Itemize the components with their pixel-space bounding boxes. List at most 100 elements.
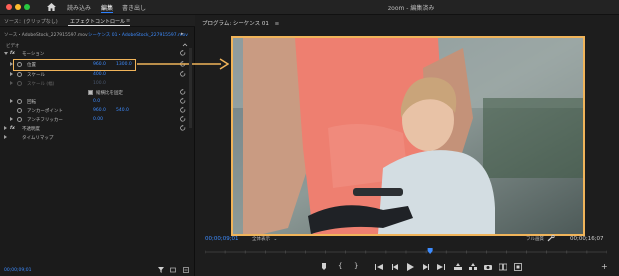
home-icon[interactable] <box>47 3 56 11</box>
program-video-frame[interactable] <box>231 36 585 236</box>
panel-scrollbar[interactable] <box>189 48 192 128</box>
transport-controls: { } <box>320 262 530 272</box>
panel-menu-icon[interactable]: ≡ <box>126 18 130 24</box>
export-frame-icon[interactable] <box>170 267 176 273</box>
reset-icon[interactable] <box>180 98 186 104</box>
title-bar: 読み込み 編集 書き出し zoom - 編集済み <box>0 0 619 15</box>
mark-out-icon[interactable]: } <box>354 262 362 270</box>
opacity-effect-row[interactable]: fx 不透明度 <box>0 124 195 133</box>
uniform-scale-checkbox[interactable] <box>88 90 93 95</box>
stopwatch-icon[interactable] <box>17 99 22 104</box>
funnel-icon[interactable] <box>158 267 164 273</box>
go-to-out-icon[interactable] <box>437 263 445 271</box>
mark-in-icon[interactable]: { <box>338 262 346 270</box>
tab-effect-controls[interactable]: エフェクトコントロール <box>70 18 125 25</box>
timeline-scrubber[interactable] <box>205 248 607 256</box>
compare-view-icon[interactable] <box>499 263 507 271</box>
rotation-row[interactable]: 回転 0.0 <box>0 97 195 106</box>
extract-icon[interactable] <box>469 263 477 271</box>
expand-arrow-icon[interactable] <box>4 135 7 139</box>
active-tab-indicator <box>101 12 113 13</box>
wrench-icon[interactable] <box>547 235 555 242</box>
reset-icon[interactable] <box>180 50 186 56</box>
stopwatch-icon[interactable] <box>17 72 22 77</box>
go-to-in-icon[interactable] <box>375 263 383 271</box>
antiflicker-label: アンチフリッカー <box>27 117 63 123</box>
add-marker-icon[interactable] <box>320 263 328 271</box>
reset-icon[interactable] <box>180 116 186 122</box>
scale-width-row: スケール (幅) 100.0 <box>0 79 195 88</box>
vr-view-icon[interactable] <box>514 263 522 271</box>
video-section-label: ビデオ <box>6 43 20 49</box>
zoom-level-value: 全体表示 <box>252 237 270 242</box>
opacity-label: 不透明度 <box>22 126 40 132</box>
minimize-window-button[interactable] <box>15 4 21 10</box>
scale-label: スケール <box>27 72 45 78</box>
callout-arrow-icon <box>137 58 229 70</box>
reset-icon[interactable] <box>180 89 186 95</box>
clip-dropdown-icon[interactable]: ▸ <box>181 31 184 37</box>
rotation-value[interactable]: 0.0 <box>93 99 100 104</box>
maximize-window-button[interactable] <box>24 4 30 10</box>
fx-badge-icon[interactable]: fx <box>10 51 15 56</box>
time-remap-row[interactable]: タイムリマップ <box>0 133 195 142</box>
playhead-marker[interactable] <box>427 248 433 254</box>
lift-icon[interactable] <box>454 263 462 271</box>
uniform-scale-row: 縦横比を固定 <box>0 88 195 97</box>
tab-import[interactable]: 読み込み <box>67 3 91 12</box>
current-timecode[interactable]: 00;00;09;01 <box>205 236 239 242</box>
expand-arrow-icon[interactable] <box>10 99 13 103</box>
playback-resolution-value: フル画質 <box>526 237 544 242</box>
step-back-icon[interactable] <box>391 263 399 271</box>
scale-row[interactable]: スケール 400.0 <box>0 70 195 79</box>
stopwatch-icon[interactable] <box>17 117 22 122</box>
expand-chevron-icon[interactable] <box>4 51 8 55</box>
window-title: zoom - 編集済み <box>388 5 435 12</box>
antiflicker-row[interactable]: アンチフリッカー 0.00 <box>0 115 195 124</box>
collapse-icon[interactable] <box>182 42 188 48</box>
time-remap-label: タイムリマップ <box>22 135 54 141</box>
tab-source[interactable]: ソース：(クリップなし) <box>4 18 58 25</box>
scrubber-ticks <box>205 250 607 254</box>
fx-badge-icon[interactable]: fx <box>10 126 15 131</box>
play-icon[interactable] <box>406 263 414 271</box>
motion-label: モーション <box>22 51 45 57</box>
tab-edit[interactable]: 編集 <box>101 3 113 12</box>
scale-width-value: 100.0 <box>93 80 106 86</box>
reset-icon[interactable] <box>180 107 186 113</box>
stopwatch-icon[interactable] <box>17 108 22 113</box>
settings-icon[interactable] <box>183 267 189 273</box>
sequence-clip-label[interactable]: シーケンス 01・AdobeStock_227915597.mov <box>88 32 188 38</box>
scale-width-label: スケール (幅) <box>27 81 55 87</box>
anchor-point-row[interactable]: アンカーポイント 960.0 540.0 <box>0 106 195 115</box>
expand-arrow-icon[interactable] <box>4 126 7 130</box>
reset-icon[interactable] <box>180 125 186 131</box>
antiflicker-value[interactable]: 0.00 <box>93 117 103 122</box>
add-button-icon[interactable]: + <box>601 262 608 271</box>
source-clip-label[interactable]: ソース・AdobeStock_227915597.mov <box>4 32 88 38</box>
reset-icon[interactable] <box>180 71 186 77</box>
uniform-scale-label: 縦横比を固定 <box>96 90 123 96</box>
step-forward-icon[interactable] <box>422 263 430 271</box>
anchor-y-value[interactable]: 540.0 <box>116 108 129 113</box>
expand-arrow-icon <box>10 81 13 85</box>
camera-icon[interactable] <box>484 263 492 271</box>
expand-arrow-icon[interactable] <box>10 72 13 76</box>
panel-menu-icon[interactable]: ≡ <box>275 21 280 27</box>
zoom-level-select[interactable]: 全体表示 ⌄ <box>252 236 277 242</box>
chevron-down-icon: ⌄ <box>273 237 278 242</box>
scale-value[interactable]: 400.0 <box>93 72 106 77</box>
program-monitor-tab[interactable]: プログラム: シーケンス 01 ≡ <box>202 19 279 27</box>
close-window-button[interactable] <box>6 4 12 10</box>
expand-arrow-icon[interactable] <box>10 117 13 121</box>
clip-selector-row: ソース・AdobeStock_227915597.mov シーケンス 01・Ad… <box>0 30 195 39</box>
active-tab-underline <box>68 25 130 26</box>
anchor-point-label: アンカーポイント <box>27 108 63 114</box>
program-monitor-title: プログラム: シーケンス 01 <box>202 21 269 27</box>
panel-timecode[interactable]: 00;00;09;01 <box>4 268 31 273</box>
tab-export[interactable]: 書き出し <box>122 3 146 12</box>
stopwatch-icon <box>17 81 22 86</box>
duration-timecode: 00;00;16;07 <box>570 236 604 242</box>
anchor-x-value[interactable]: 960.0 <box>93 108 106 113</box>
video-still-image <box>233 38 583 234</box>
